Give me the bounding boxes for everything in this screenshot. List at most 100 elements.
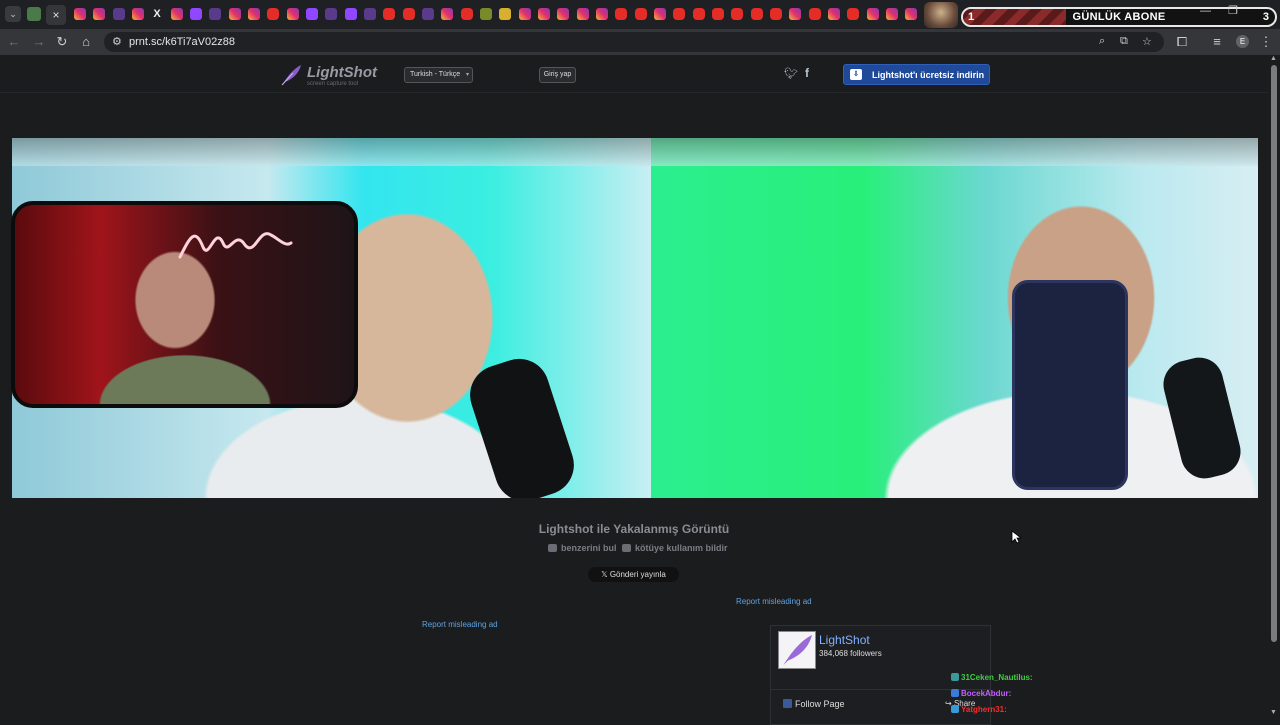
url-text[interactable]: prnt.sc/k6Ti7aV02z88 xyxy=(129,36,235,48)
youtube-tab-icon[interactable] xyxy=(403,8,415,20)
youtube-tab-icon[interactable] xyxy=(809,8,821,20)
download-button[interactable]: ⇩ Lightshot'ı ücretsiz indirin xyxy=(843,64,990,85)
bookmark-star-icon[interactable]: ☆ xyxy=(1142,35,1152,48)
youtube-tab-icon[interactable] xyxy=(693,8,705,20)
chevron-down-icon: ▾ xyxy=(465,72,469,78)
screenshot-right-frame xyxy=(651,138,1258,498)
instagram-tab-icon[interactable] xyxy=(229,8,241,20)
neon-sign xyxy=(178,232,293,259)
restore-button[interactable]: ❐ xyxy=(1228,4,1238,17)
scroll-up-icon[interactable]: ▲ xyxy=(1270,55,1277,62)
facebook-page-name[interactable]: LightShot xyxy=(819,633,870,647)
feather-logo-icon[interactable] xyxy=(279,63,303,87)
youtube-tab-icon[interactable] xyxy=(461,8,473,20)
lightshot-tab-icon[interactable] xyxy=(113,8,125,20)
minimize-button[interactable]: — xyxy=(1200,5,1211,17)
youtube-tab-icon[interactable] xyxy=(267,8,279,20)
back-arrow-icon[interactable]: ← xyxy=(6,34,22,50)
language-select[interactable]: Turkish - Türkçe ▾ xyxy=(404,67,473,83)
twitter-icon[interactable]: 🐦︎ xyxy=(784,67,798,80)
flag-icon xyxy=(622,544,631,552)
misc-tab-icon[interactable] xyxy=(499,8,511,20)
misc-tab-icon[interactable] xyxy=(480,8,492,20)
chat-username: Yatghern31: xyxy=(961,705,1007,714)
youtube-tab-icon[interactable] xyxy=(770,8,782,20)
chat-message: 31Ceken_Nautilus: xyxy=(951,673,1033,682)
instagram-tab-icon[interactable] xyxy=(93,8,105,20)
twitch-tab-icon[interactable] xyxy=(190,8,202,20)
active-tab-close-icon[interactable]: × xyxy=(46,5,66,25)
report-misleading-ad-link[interactable]: Report misleading ad xyxy=(422,620,498,629)
logo-tagline: screen capture tool xyxy=(307,81,359,87)
feather-icon xyxy=(783,635,812,665)
instagram-tab-icon[interactable] xyxy=(519,8,531,20)
find-similar-link[interactable]: benzerini bul xyxy=(548,543,617,553)
instagram-tab-icon[interactable] xyxy=(557,8,569,20)
youtube-tab-icon[interactable] xyxy=(751,8,763,20)
instagram-tab-icon[interactable] xyxy=(287,8,299,20)
lightshot-tab-icon[interactable] xyxy=(209,8,221,20)
page-scrollbar[interactable]: ▲ ▼ xyxy=(1268,55,1280,720)
install-app-icon[interactable]: ⧉ xyxy=(1120,35,1128,48)
instagram-tab-icon[interactable] xyxy=(596,8,608,20)
reload-icon[interactable]: ↻ xyxy=(54,34,70,50)
site-header: LightShot screen capture tool Turkish - … xyxy=(0,55,1268,93)
instagram-tab-icon[interactable] xyxy=(132,8,144,20)
instagram-tab-icon[interactable] xyxy=(171,8,183,20)
zoom-icon[interactable]: ⌕ xyxy=(1099,35,1105,48)
kebab-menu-icon[interactable]: ⋮ xyxy=(1258,34,1274,50)
scrollbar-thumb[interactable] xyxy=(1271,65,1277,642)
x-tab-icon[interactable]: X xyxy=(151,8,163,20)
instagram-tab-icon[interactable] xyxy=(828,8,840,20)
youtube-tab-icon[interactable] xyxy=(731,8,743,20)
x-logo-icon: 𝕏 xyxy=(601,570,610,579)
home-icon[interactable]: ⌂ xyxy=(78,34,94,50)
youtube-tab-icon[interactable] xyxy=(673,8,685,20)
youtube-tab-icon[interactable] xyxy=(635,8,647,20)
instagram-tab-icon[interactable] xyxy=(538,8,550,20)
address-bar[interactable]: ⚙ prnt.sc/k6Ti7aV02z88 ⌕ ⧉ ☆ xyxy=(104,32,1164,52)
chat-username: BocekAbdur: xyxy=(961,689,1012,698)
lightshot-tab-icon[interactable] xyxy=(364,8,376,20)
instagram-tab-icon[interactable] xyxy=(74,8,86,20)
facebook-icon[interactable]: f xyxy=(805,66,809,80)
site-info-icon[interactable]: ⚙ xyxy=(112,35,122,48)
mouse-cursor-icon xyxy=(1011,530,1021,544)
twitch-tab-icon[interactable] xyxy=(306,8,318,20)
twitch-tab-icon[interactable] xyxy=(345,8,357,20)
post-on-x-button[interactable]: 𝕏 Gönderi yayınla xyxy=(588,567,679,582)
facebook-icon xyxy=(783,699,792,708)
instagram-tab-icon[interactable] xyxy=(867,8,879,20)
report-abuse-link[interactable]: kötüye kullanım bildir xyxy=(622,543,728,553)
download-cloud-icon: ⇩ xyxy=(850,69,862,80)
instagram-tab-icon[interactable] xyxy=(248,8,260,20)
tab-strip: ⌄ × X 1 GÜNLÜK ABONE 3 — ❐ xyxy=(0,0,1280,29)
tab-search-chevron-down-icon[interactable]: ⌄ xyxy=(5,6,21,22)
profile-avatar[interactable]: E xyxy=(1236,35,1249,48)
instagram-tab-icon[interactable] xyxy=(577,8,589,20)
lightshot-tab-icon[interactable] xyxy=(325,8,337,20)
instagram-tab-icon[interactable] xyxy=(654,8,666,20)
lightshot-tab-icon[interactable] xyxy=(422,8,434,20)
login-button[interactable]: Giriş yap xyxy=(539,67,576,83)
logo-name[interactable]: LightShot xyxy=(307,64,377,81)
youtube-tab-icon[interactable] xyxy=(712,8,724,20)
youtube-tab-icon[interactable] xyxy=(847,8,859,20)
instagram-tab-icon[interactable] xyxy=(905,8,917,20)
instagram-tab-icon[interactable] xyxy=(886,8,898,20)
pinned-tab-icon[interactable] xyxy=(27,7,41,21)
instagram-tab-icon[interactable] xyxy=(441,8,453,20)
youtube-tab-icon[interactable] xyxy=(615,8,627,20)
lightshot-page-logo[interactable] xyxy=(778,631,816,669)
follow-page-button[interactable]: Follow Page xyxy=(783,699,845,709)
chat-username: 31Ceken_Nautilus: xyxy=(961,673,1033,682)
image-title: Lightshot ile Yakalanmış Görüntü xyxy=(538,522,730,536)
youtube-tab-icon[interactable] xyxy=(383,8,395,20)
media-controls-icon[interactable]: ≡ xyxy=(1209,34,1225,50)
report-misleading-ad-link[interactable]: Report misleading ad xyxy=(736,597,812,606)
scroll-down-icon[interactable]: ▼ xyxy=(1270,709,1277,716)
forward-arrow-icon[interactable]: → xyxy=(31,34,47,50)
extensions-icon[interactable]: ⧠ xyxy=(1174,34,1190,50)
instagram-tab-icon[interactable] xyxy=(789,8,801,20)
subscriber-goal-target: 3 xyxy=(1262,11,1269,23)
